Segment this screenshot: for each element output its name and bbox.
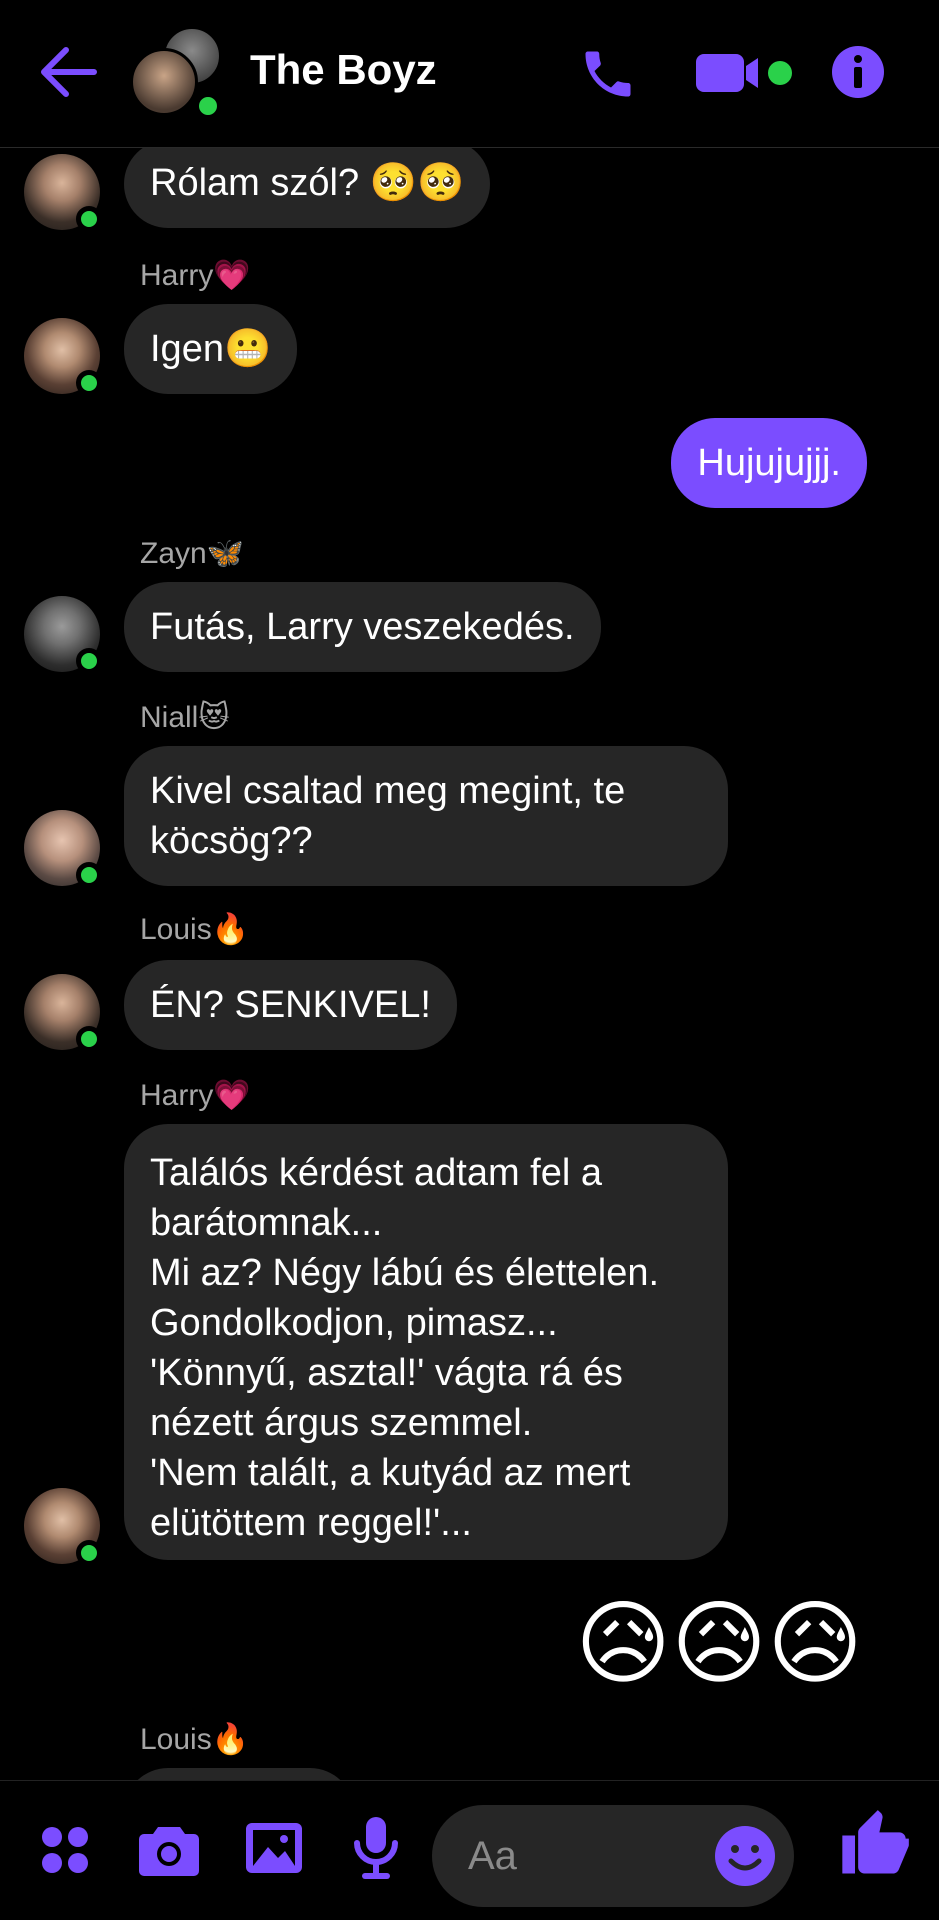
audio-call-button[interactable] [578, 44, 638, 104]
online-indicator [76, 1540, 102, 1566]
image-icon [246, 1823, 302, 1873]
avatar[interactable] [24, 596, 102, 674]
avatar[interactable] [24, 154, 102, 232]
back-button[interactable] [38, 44, 98, 100]
thumbs-up-icon [842, 1810, 909, 1874]
outgoing-message-bubble[interactable]: Hujujujjj. [671, 418, 867, 508]
avatar [130, 48, 198, 116]
four-dots-icon [42, 1827, 88, 1873]
message-bubble[interactable]: Futás, Larry veszekedés. [124, 582, 601, 672]
apps-button[interactable] [40, 1825, 90, 1880]
message-composer[interactable] [432, 1805, 794, 1907]
message-bubble[interactable]: Igen😬 [124, 304, 298, 394]
online-indicator [76, 1026, 102, 1052]
like-button[interactable] [836, 1807, 912, 1888]
camera-icon [139, 1827, 199, 1876]
online-indicator [76, 370, 102, 396]
gallery-button[interactable] [244, 1819, 304, 1882]
message-bubble[interactable] [124, 1768, 354, 1780]
sender-name: Zayn🦋 [140, 537, 245, 570]
video-camera-icon [696, 54, 792, 92]
microphone-icon [354, 1817, 398, 1879]
group-avatar[interactable] [128, 26, 228, 120]
chat-header: The Boyz [0, 0, 939, 148]
message-bubble[interactable]: Kivel csaltad meg megint, te köcsög?? [124, 746, 728, 886]
outgoing-emoji-message[interactable]: 😥😥😥 [575, 1594, 863, 1694]
voice-message-button[interactable] [352, 1815, 400, 1886]
smiley-icon [715, 1826, 775, 1886]
sender-name: Louis🔥 [140, 1723, 250, 1756]
sender-name: Louis🔥 [140, 913, 250, 946]
online-indicator [76, 648, 102, 674]
sender-name: Harry💗 [140, 1079, 251, 1112]
message-list[interactable]: Rólam szól? 🥺🥺 Harry💗 Igen😬 Hujujujjj. Z… [0, 148, 939, 1780]
avatar[interactable] [24, 318, 102, 396]
info-button[interactable] [830, 44, 886, 100]
camera-button[interactable] [138, 1821, 200, 1882]
phone-icon [585, 51, 631, 97]
message-bubble[interactable]: Találós kérdést adtam fel a barátomnak..… [124, 1124, 728, 1560]
avatar[interactable] [24, 974, 102, 1052]
conversation-title[interactable]: The Boyz [250, 46, 437, 94]
arrow-left-icon [41, 47, 97, 97]
video-call-button[interactable] [694, 50, 796, 96]
avatar[interactable] [24, 810, 102, 888]
message-input[interactable] [468, 1829, 698, 1883]
online-indicator [194, 92, 222, 120]
avatar[interactable] [24, 1488, 102, 1566]
online-indicator [76, 862, 102, 888]
sender-name: Niall😻 [140, 701, 230, 734]
online-indicator [76, 206, 102, 232]
emoji-button[interactable] [714, 1825, 776, 1892]
info-icon [832, 46, 884, 98]
sender-name: Harry💗 [140, 259, 251, 292]
message-bubble[interactable]: Rólam szól? 🥺🥺 [124, 148, 491, 228]
composer-bar [0, 1780, 939, 1920]
message-bubble[interactable]: ÉN? SENKIVEL! [124, 960, 457, 1050]
